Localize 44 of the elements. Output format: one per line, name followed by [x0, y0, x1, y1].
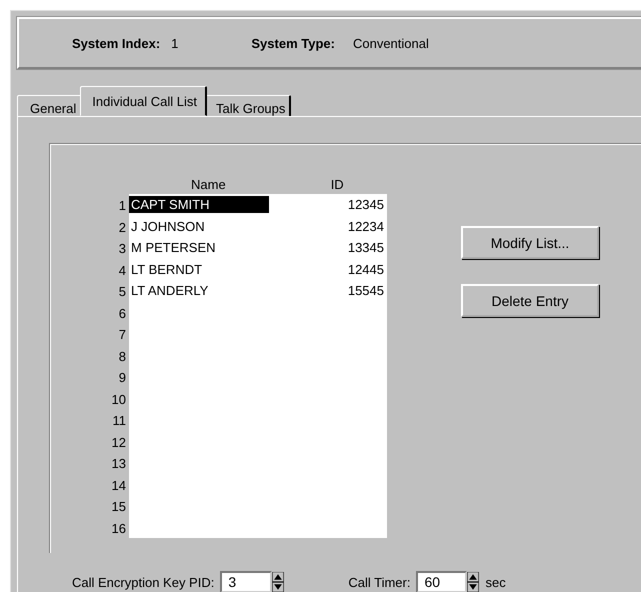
system-index-label: System Index: — [72, 36, 160, 50]
field-label: Call Encryption Key PID: — [72, 574, 214, 590]
list-item-id: 15545 — [348, 282, 384, 300]
row-number: 15 — [112, 499, 126, 514]
row-number: 6 — [118, 306, 126, 320]
list-item-id: 13345 — [348, 239, 384, 256]
list-item-id: 12445 — [348, 260, 384, 278]
list-item[interactable]: LT ANDERLY — [129, 282, 269, 300]
system-type-value: Conventional — [352, 36, 429, 50]
row-number: 13 — [112, 456, 126, 471]
list-item-id: 12234 — [348, 218, 384, 235]
system-index-value: 1 — [171, 36, 178, 50]
field-label: Call Timer: — [348, 574, 410, 590]
row-number: 7 — [118, 327, 126, 342]
list-item-id: 12345 — [348, 196, 384, 214]
row-number: 9 — [118, 370, 126, 385]
list-item[interactable]: J JOHNSON — [129, 218, 269, 235]
input-field[interactable]: 60 — [416, 571, 468, 592]
column-header: Name — [191, 177, 226, 194]
row-number: 4 — [118, 262, 126, 278]
row-number: 1 — [118, 198, 126, 213]
row-number: 12 — [112, 434, 126, 450]
list-item[interactable]: CAPT SMITH — [129, 196, 269, 214]
row-number: 8 — [118, 348, 126, 364]
list-item[interactable]: LT BERNDT — [129, 260, 269, 278]
input-field[interactable]: 3 — [220, 571, 272, 592]
system-type-label: System Type: — [251, 36, 335, 50]
row-number: 14 — [112, 478, 126, 492]
list-item[interactable]: M PETERSEN — [129, 239, 269, 256]
tab[interactable]: Talk Groups — [205, 95, 292, 116]
row-number: 11 — [112, 413, 126, 428]
dialog-button[interactable]: Modify List... — [461, 226, 599, 259]
row-number: 10 — [112, 392, 126, 406]
tab[interactable]: Individual Call List — [80, 86, 208, 116]
spinner-icon[interactable] — [272, 572, 284, 592]
spinner-icon[interactable] — [467, 572, 480, 592]
row-number: 3 — [118, 241, 126, 256]
row-number: 5 — [118, 284, 126, 299]
dialog-button[interactable]: Delete Entry — [461, 284, 599, 317]
unit-label: sec — [485, 574, 506, 590]
call-list[interactable]: CAPT SMITH 12345 J JOHNSON 12234 M PETERSEN 13345 LT BERNDT 12445 LT ANDERLY 15545 — [129, 194, 387, 538]
row-number: 16 — [112, 520, 126, 536]
row-number: 2 — [118, 220, 126, 234]
column-header: ID — [330, 177, 344, 194]
